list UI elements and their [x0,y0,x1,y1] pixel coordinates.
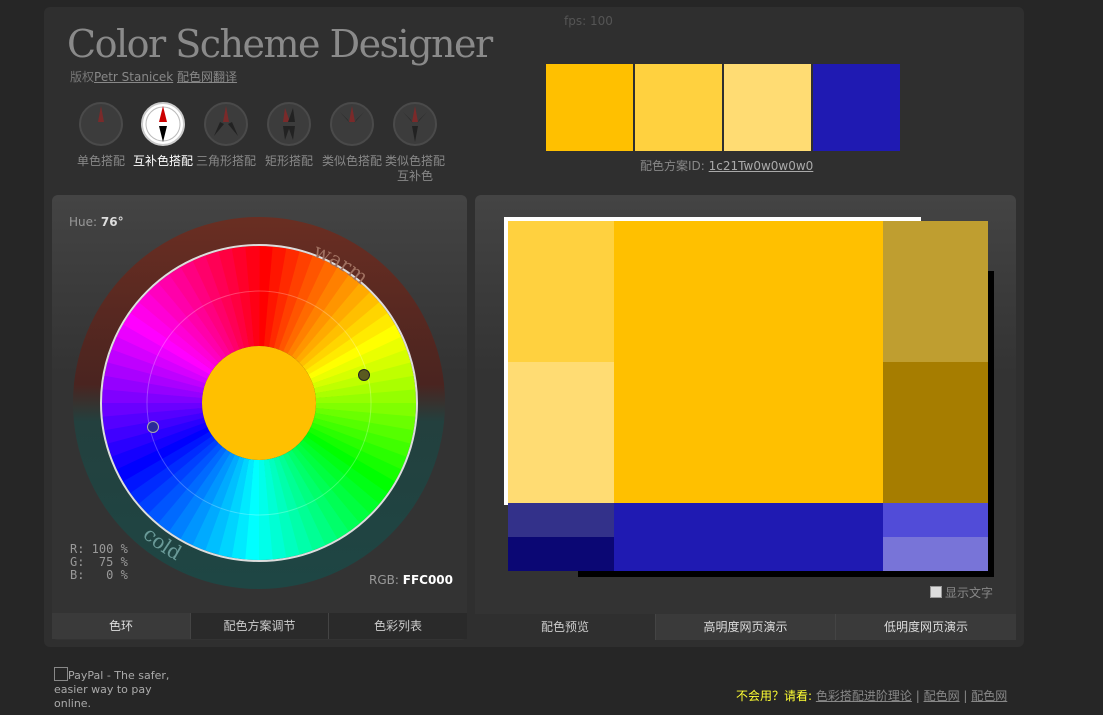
analogic-wheel-icon [330,102,374,146]
tab-scheme-adjust[interactable]: 配色方案调节 [190,613,328,639]
copyright-prefix: 版权 [70,70,95,84]
preview-comp-light1[interactable] [883,503,988,537]
tab-light-web-demo[interactable]: 高明度网页演示 [655,614,835,640]
rgb-hex-value: FFC000 [402,573,453,587]
site-link[interactable]: 配色网 [924,689,960,703]
complement-wheel-icon [141,102,185,146]
rgb-hex-label: RGB: [369,573,399,587]
mode-analogic-complement[interactable]: 类似色搭配互补色 [385,102,445,184]
preview-comp-light2[interactable] [883,537,988,571]
color-preview [508,221,988,571]
preview-comp-dark2[interactable] [508,537,614,571]
swatch[interactable] [724,64,811,151]
preview-primary-light2[interactable] [508,362,614,503]
mode-tetrad[interactable]: 矩形搭配 [259,102,319,169]
site-link-2[interactable]: 配色网 [971,689,1007,703]
fps-counter: fps: 100 [564,14,613,28]
help-question: 不会用？请看: [736,689,813,703]
tab-color-wheel[interactable]: 色环 [52,613,190,639]
broken-image-icon [54,667,68,681]
preview-complement[interactable] [614,503,883,571]
tetrad-wheel-icon [267,102,311,146]
show-text-label: 显示文字 [945,586,994,600]
mode-label: 单色搭配 [76,154,125,168]
tab-preview[interactable]: 配色预览 [475,614,655,640]
scheme-id-link[interactable]: 1c21Tw0w0w0w0 [709,159,814,173]
swatch[interactable] [813,64,900,151]
copyright-line: 版权Petr Stanicek 配色网翻译 [70,68,237,85]
mode-complement[interactable]: 互补色搭配 [133,102,193,169]
footer-links: 不会用？请看: 色彩搭配进阶理论 | 配色网 | 配色网 [736,689,1008,703]
theory-link[interactable]: 色彩搭配进阶理论 [816,689,912,703]
app-title: Color Scheme Designer [67,22,493,66]
preview-primary-dark1[interactable] [883,221,988,362]
tab-dark-web-demo[interactable]: 低明度网页演示 [835,614,1016,640]
show-text-toggle[interactable]: 显示文字 [930,584,993,601]
translator-link[interactable]: 配色网翻译 [177,70,237,84]
preview-primary-dark2[interactable] [883,362,988,503]
selected-color-disc [202,346,316,460]
paypal-button[interactable]: PayPal - The safer, easier way to pay on… [54,667,179,711]
scheme-id: 配色方案ID: 1c21Tw0w0w0w0 [640,157,813,174]
complement-hue-handle[interactable] [147,421,159,433]
paypal-alt-text: PayPal - The safer, easier way to pay on… [54,669,170,710]
color-wheel[interactable]: warm cold [72,216,446,590]
mode-analogic[interactable]: 类似色搭配 [322,102,382,169]
mode-label: 矩形搭配 [264,154,313,168]
right-tabbar: 配色预览 高明度网页演示 低明度网页演示 [475,614,1016,640]
swatch[interactable] [546,64,633,151]
mode-triad[interactable]: 三角形搭配 [196,102,256,169]
scheme-swatches [546,64,900,151]
swatch[interactable] [635,64,722,151]
rgb-percent-readout: R: 100 % G: 75 % B: 0 % [70,543,128,582]
mode-label: 三角形搭配 [196,154,257,168]
mode-label: 互补色搭配 [133,154,194,168]
mode-label: 类似色搭配 [322,154,383,168]
preview-primary[interactable] [614,221,883,503]
primary-hue-handle[interactable] [358,369,370,381]
left-tabbar: 色环 配色方案调节 色彩列表 [52,613,467,639]
author-link[interactable]: Petr Stanicek [94,70,173,84]
preview-primary-light1[interactable] [508,221,614,362]
tab-color-list[interactable]: 色彩列表 [328,613,467,639]
triad-wheel-icon [204,102,248,146]
analogic-complement-wheel-icon [393,102,437,146]
rgb-hex-readout: RGB: FFC000 [369,573,453,587]
rgb-b: B: 0 % [70,568,128,582]
scheme-id-label: 配色方案ID: [640,159,705,173]
preview-comp-dark1[interactable] [508,503,614,537]
mode-label: 类似色搭配互补色 [385,154,446,183]
mono-wheel-icon [79,102,123,146]
mode-mono[interactable]: 单色搭配 [71,102,131,169]
checkbox[interactable] [930,586,942,598]
